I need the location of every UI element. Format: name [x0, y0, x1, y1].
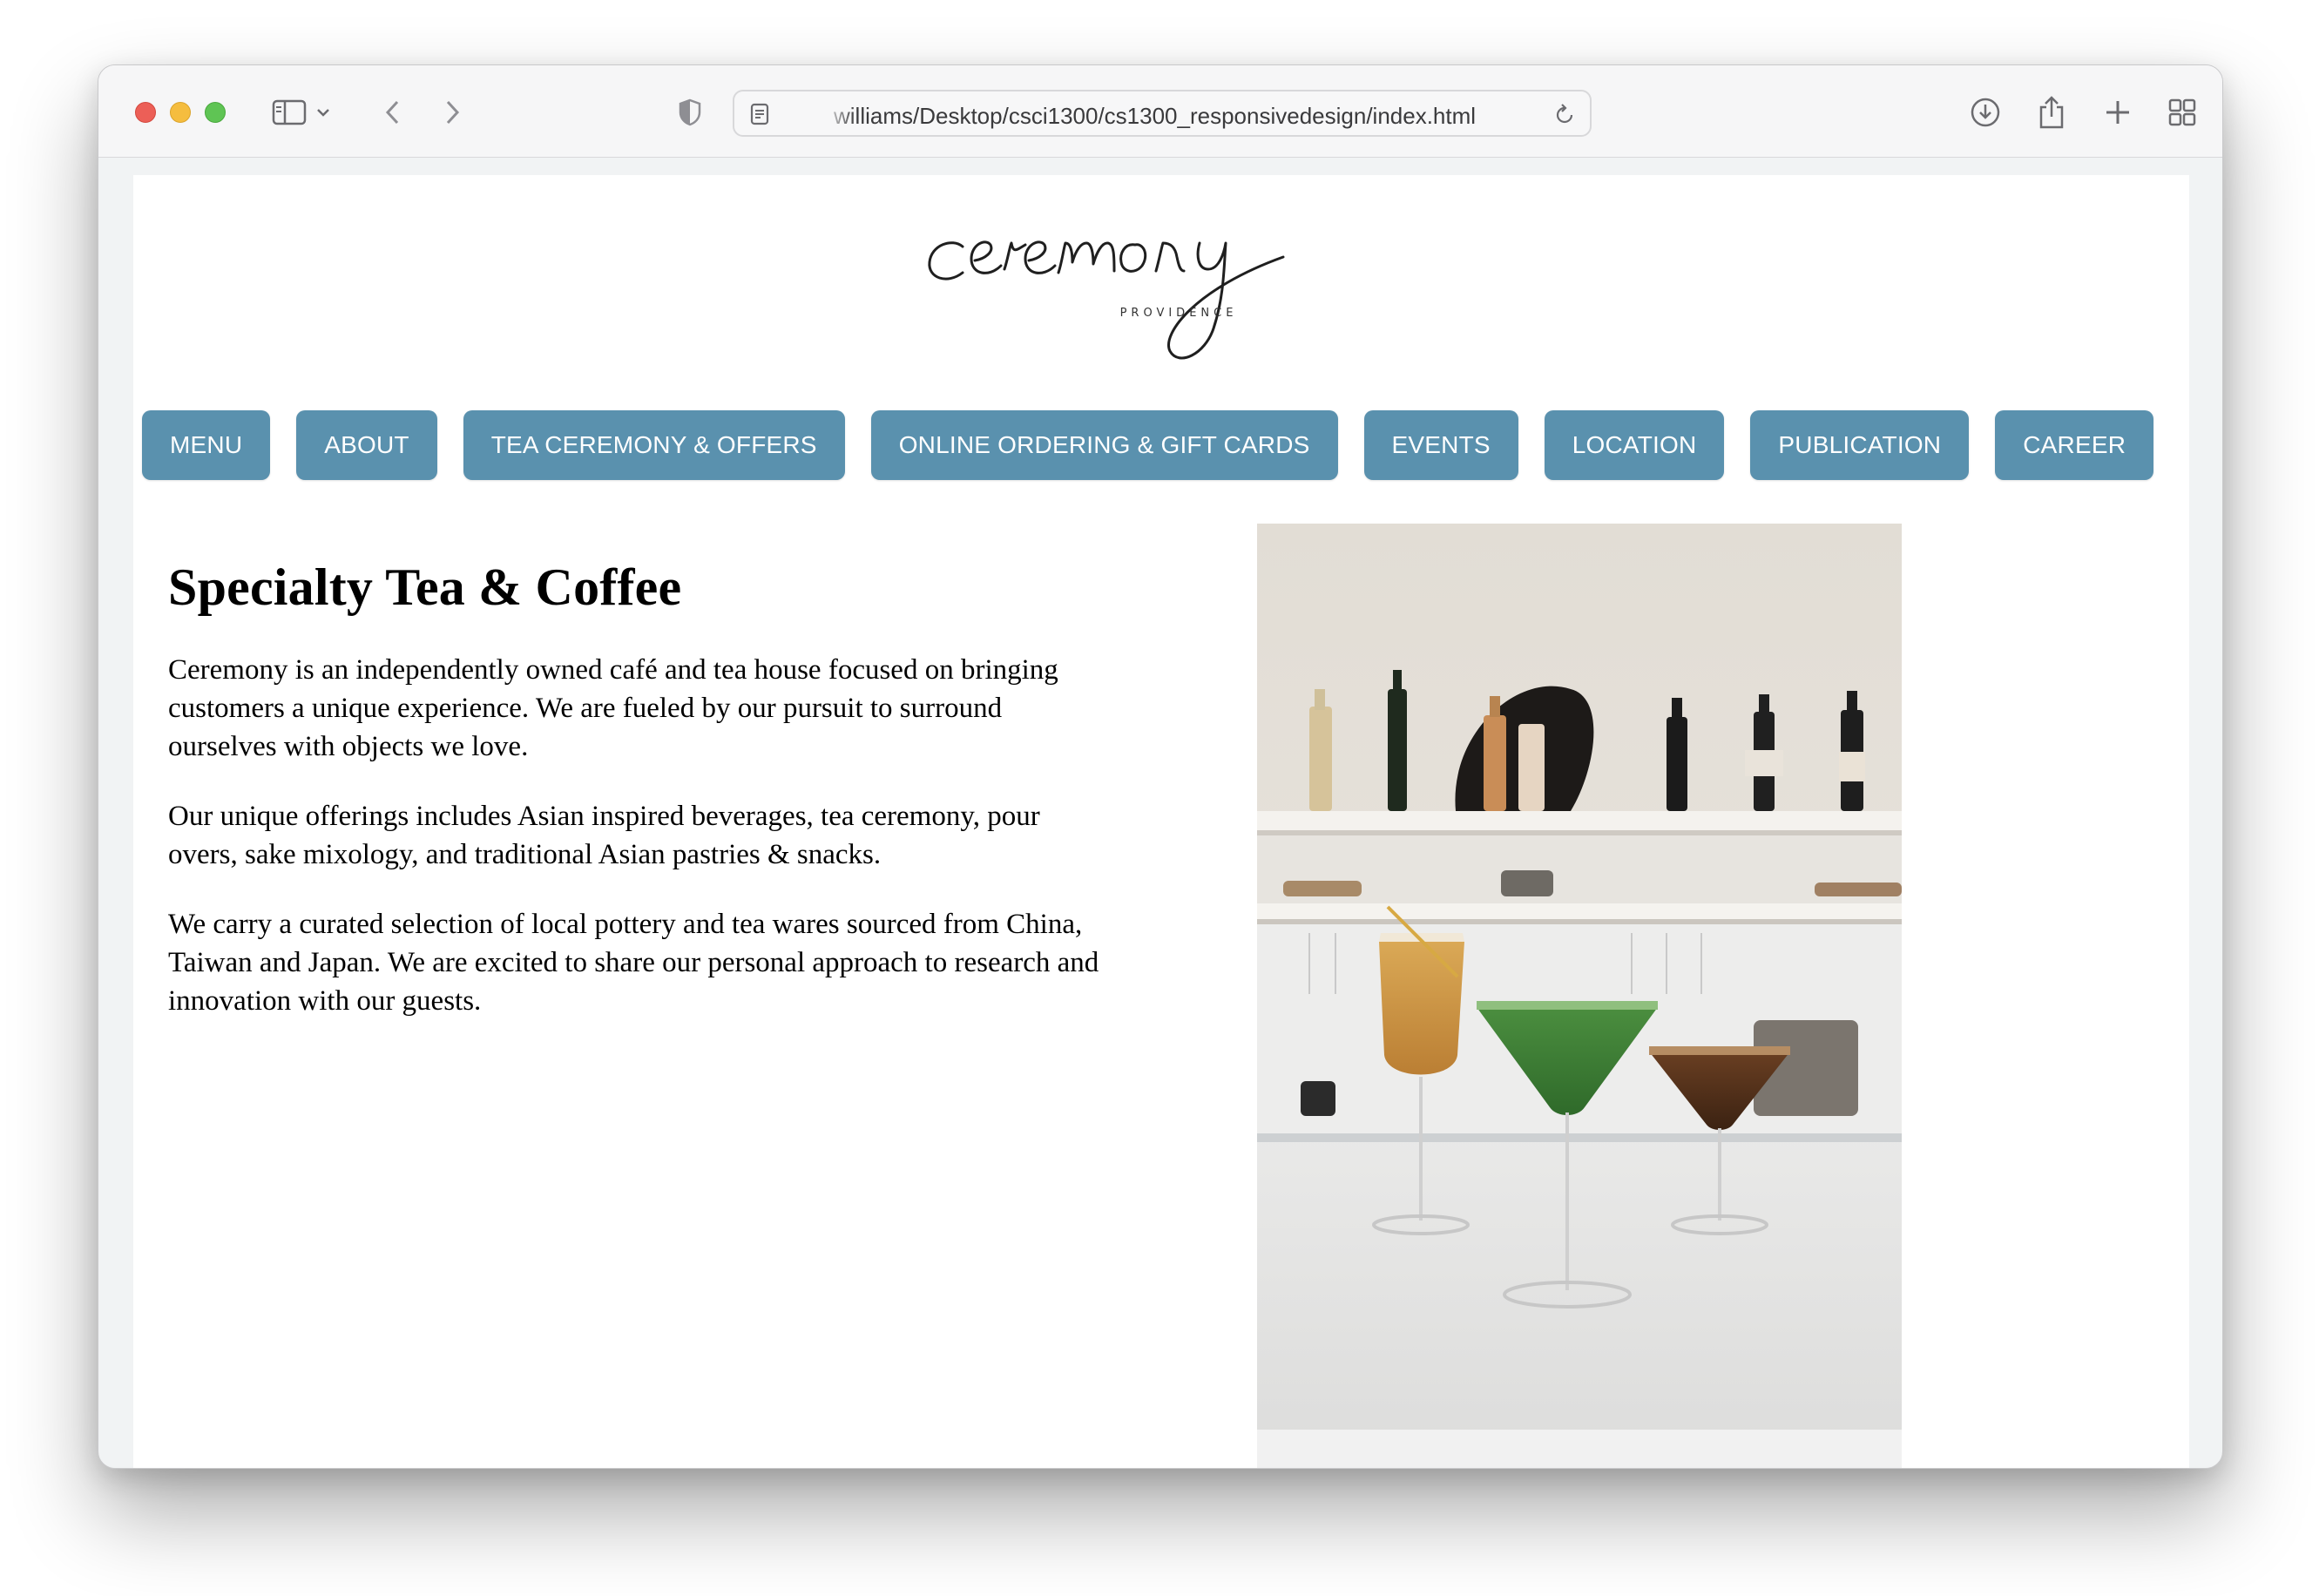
- logo-subtitle: PROVIDENCE: [1120, 307, 1238, 320]
- chevron-down-icon[interactable]: [314, 91, 332, 133]
- intro-paragraph-2: Our unique offerings includes Asian insp…: [168, 801, 1040, 870]
- nav-location-button[interactable]: LOCATION: [1544, 410, 1725, 480]
- intro-section: Specialty Tea & Coffee Ceremony is an in…: [168, 558, 1109, 1052]
- nav-online-ordering-button[interactable]: ONLINE ORDERING & GIFT CARDS: [870, 410, 1338, 480]
- ceremony-logo[interactable]: PROVIDENCE: [917, 201, 1440, 375]
- drinks-photo: [1257, 524, 1902, 1468]
- page-heading: Specialty Tea & Coffee: [168, 558, 682, 616]
- nav-tea-ceremony-button[interactable]: TEA CEREMONY & OFFERS: [463, 410, 845, 480]
- privacy-shield-icon[interactable]: [675, 91, 705, 133]
- nav-about-button[interactable]: ABOUT: [296, 410, 437, 480]
- nav-publication-button[interactable]: PUBLICATION: [1750, 410, 1970, 480]
- back-icon[interactable]: [379, 91, 405, 133]
- share-icon[interactable]: [2034, 91, 2069, 133]
- intro-paragraph-3: We carry a curated selection of local po…: [168, 909, 1099, 1017]
- minimize-window-button[interactable]: [170, 102, 191, 123]
- nav-menu-button[interactable]: MENU: [142, 410, 271, 480]
- reload-icon[interactable]: [1552, 93, 1578, 135]
- page-viewport: PROVIDENCE MENU ABOUT TEA CEREMONY & OFF…: [133, 175, 2189, 1468]
- downloads-icon[interactable]: [1968, 91, 2003, 133]
- close-window-button[interactable]: [135, 102, 156, 123]
- main-nav: MENU ABOUT TEA CEREMONY & OFFERS ONLINE …: [142, 410, 2154, 480]
- intro-paragraph-1: Ceremony is an independently owned café …: [168, 654, 1058, 762]
- page-icon: [747, 93, 773, 135]
- new-tab-icon[interactable]: [2100, 91, 2135, 133]
- url-text: williams/Desktop/csci1300/cs1300_respons…: [834, 103, 1477, 129]
- tab-overview-icon[interactable]: [2165, 91, 2200, 133]
- nav-career-button[interactable]: CAREER: [1995, 410, 2154, 480]
- browser-toolbar: williams/Desktop/csci1300/cs1300_respons…: [98, 65, 2222, 158]
- sidebar-toggle-icon[interactable]: [269, 91, 309, 133]
- forward-icon[interactable]: [440, 91, 466, 133]
- zoom-window-button[interactable]: [205, 102, 226, 123]
- address-bar[interactable]: williams/Desktop/csci1300/cs1300_respons…: [733, 90, 1592, 137]
- browser-window: williams/Desktop/csci1300/cs1300_respons…: [98, 64, 2223, 1469]
- nav-events-button[interactable]: EVENTS: [1363, 410, 1518, 480]
